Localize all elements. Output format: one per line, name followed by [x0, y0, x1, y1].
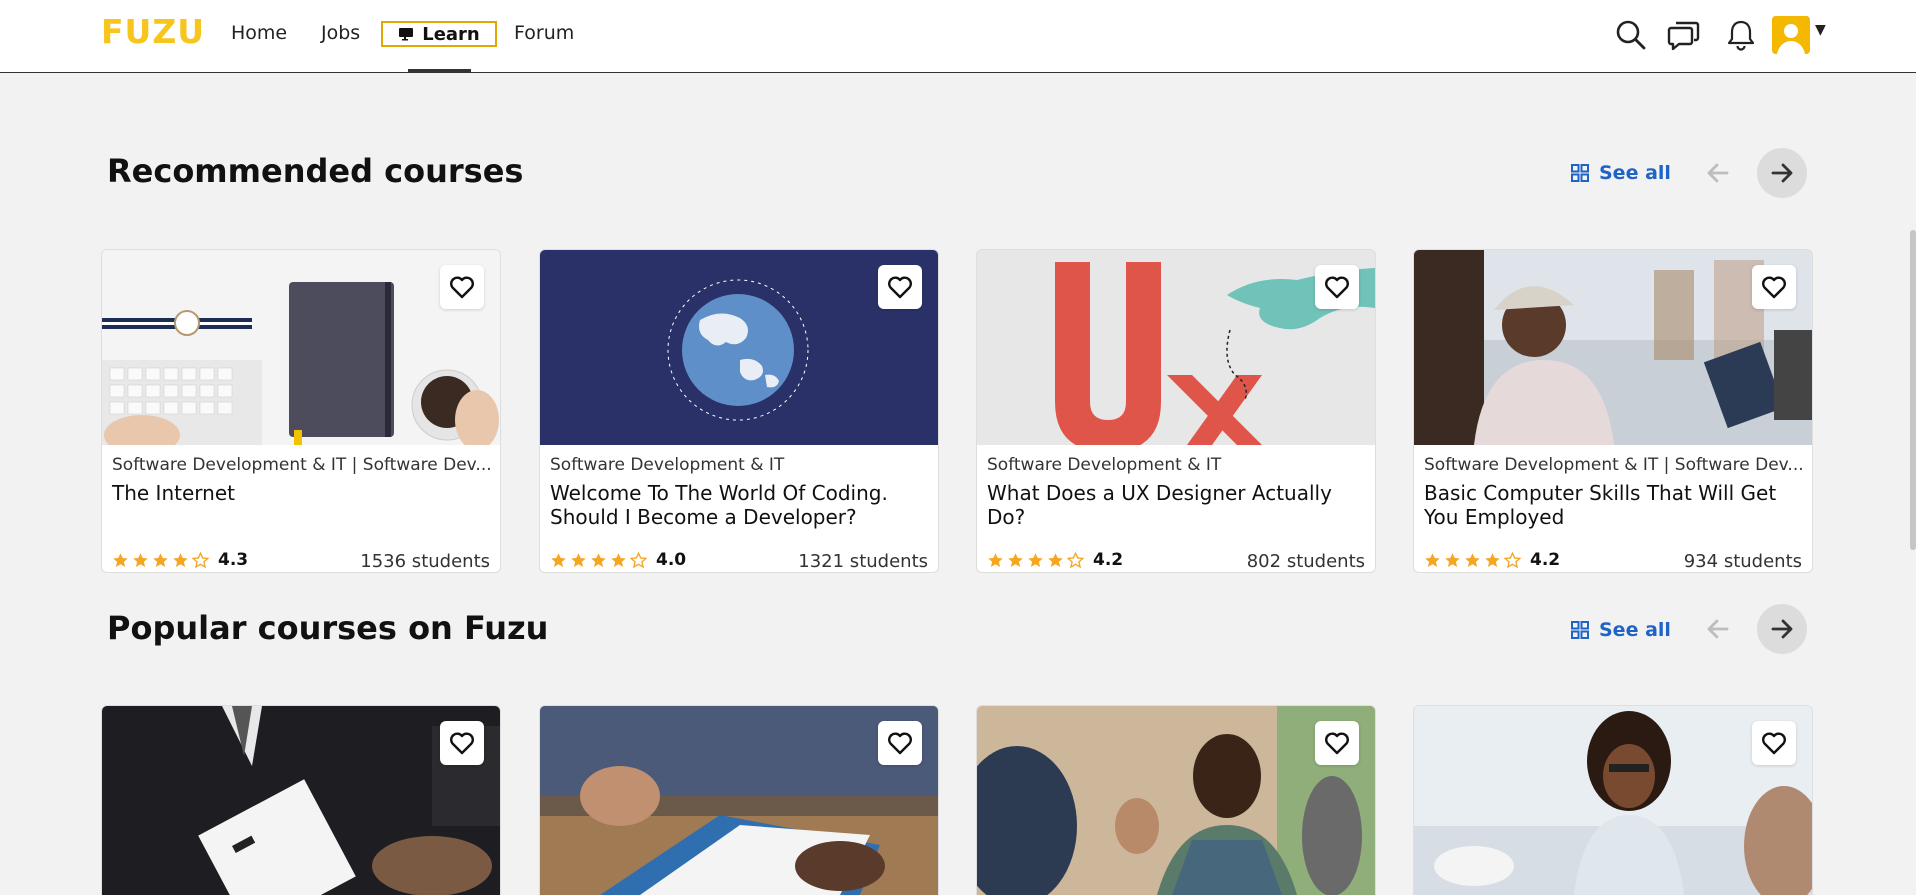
- star-full-icon: [591, 552, 606, 567]
- course-students: 802 students: [1246, 551, 1365, 572]
- star-full-icon: [551, 552, 566, 567]
- favorite-button[interactable]: [1315, 265, 1359, 309]
- star-full-icon: [988, 552, 1003, 567]
- course-title[interactable]: Basic Computer Skills That Will Get You …: [1424, 481, 1804, 529]
- favorite-button[interactable]: [1752, 265, 1796, 309]
- popular-prev-button[interactable]: [1693, 604, 1743, 654]
- star-full-icon: [1008, 552, 1023, 567]
- course-students: 1321 students: [798, 551, 928, 572]
- favorite-button[interactable]: [878, 265, 922, 309]
- course-category: Software Development & IT: [550, 455, 785, 475]
- heart-icon: [888, 276, 912, 299]
- course-card[interactable]: Software Development & IT | Software Dev…: [101, 249, 501, 573]
- star-full-icon: [1048, 552, 1063, 567]
- course-card[interactable]: [539, 705, 939, 895]
- nav-forum[interactable]: Forum: [514, 22, 574, 44]
- heart-icon: [1325, 276, 1349, 299]
- heart-icon: [450, 276, 474, 299]
- rating-value: 4.2: [1093, 550, 1124, 570]
- favorite-button[interactable]: [878, 721, 922, 765]
- star-full-icon: [133, 552, 148, 567]
- top-nav: FUZU Home Jobs Learn Forum ▼: [0, 0, 1916, 73]
- course-students: 934 students: [1683, 551, 1802, 572]
- course-card[interactable]: Software Development & IT | Software Dev…: [1413, 249, 1813, 573]
- star-full-icon: [1028, 552, 1043, 567]
- course-rating: 4.2: [1424, 550, 1560, 570]
- heart-icon: [1762, 276, 1786, 299]
- star-full-icon: [1465, 552, 1480, 567]
- active-tab-indicator: [408, 69, 471, 73]
- star-empty-icon: [1504, 551, 1521, 568]
- recommended-section-title: Recommended courses: [107, 152, 524, 190]
- star-empty-icon: [192, 551, 209, 568]
- nav-learn[interactable]: Learn: [381, 21, 497, 47]
- presentation-icon: [399, 28, 414, 41]
- course-category: Software Development & IT | Software Dev…: [1424, 455, 1804, 475]
- recommended-see-all-button[interactable]: See all: [1571, 162, 1671, 184]
- course-title[interactable]: The Internet: [112, 481, 492, 505]
- fuzu-logo[interactable]: FUZU: [101, 12, 205, 51]
- course-rating: 4.0: [550, 550, 686, 570]
- heart-icon: [888, 732, 912, 755]
- favorite-button[interactable]: [440, 721, 484, 765]
- recommended-next-button[interactable]: [1757, 148, 1807, 198]
- rating-value: 4.2: [1530, 550, 1561, 570]
- arrow-right-icon: [1771, 619, 1793, 639]
- page-scrollbar[interactable]: [1910, 230, 1916, 550]
- course-card[interactable]: Software Development & IT Welcome To The…: [539, 249, 939, 573]
- nav-learn-label: Learn: [422, 23, 480, 45]
- favorite-button[interactable]: [1752, 721, 1796, 765]
- star-full-icon: [153, 552, 168, 567]
- favorite-button[interactable]: [440, 265, 484, 309]
- rating-value: 4.0: [656, 550, 687, 570]
- grid-icon: [1571, 621, 1589, 639]
- course-rating: 4.3: [112, 550, 248, 570]
- star-empty-icon: [1067, 551, 1084, 568]
- popular-next-button[interactable]: [1757, 604, 1807, 654]
- star-full-icon: [1445, 552, 1460, 567]
- star-full-icon: [611, 552, 626, 567]
- course-rating: 4.2: [987, 550, 1123, 570]
- chevron-down-icon[interactable]: ▼: [1815, 22, 1826, 38]
- course-card[interactable]: [976, 705, 1376, 895]
- course-title[interactable]: What Does a UX Designer Actually Do?: [987, 481, 1367, 529]
- heart-icon: [1762, 732, 1786, 755]
- course-category: Software Development & IT | Software Dev…: [112, 455, 492, 475]
- arrow-left-icon: [1707, 163, 1729, 183]
- arrow-left-icon: [1707, 619, 1729, 639]
- arrow-right-icon: [1771, 163, 1793, 183]
- nav-home[interactable]: Home: [231, 22, 287, 44]
- chat-icon[interactable]: [1667, 18, 1701, 52]
- grid-icon: [1571, 164, 1589, 182]
- heart-icon: [450, 732, 474, 755]
- nav-jobs[interactable]: Jobs: [321, 22, 360, 44]
- course-card[interactable]: [1413, 705, 1813, 895]
- see-all-label: See all: [1599, 619, 1671, 641]
- star-full-icon: [1425, 552, 1440, 567]
- bell-icon[interactable]: [1724, 18, 1758, 52]
- star-empty-icon: [630, 551, 647, 568]
- popular-section-title: Popular courses on Fuzu: [107, 609, 549, 647]
- course-card[interactable]: Software Development & IT What Does a UX…: [976, 249, 1376, 573]
- star-full-icon: [571, 552, 586, 567]
- course-category: Software Development & IT: [987, 455, 1222, 475]
- recommended-prev-button[interactable]: [1693, 148, 1743, 198]
- star-full-icon: [113, 552, 128, 567]
- search-icon[interactable]: [1614, 18, 1648, 52]
- course-students: 1536 students: [360, 551, 490, 572]
- see-all-label: See all: [1599, 162, 1671, 184]
- course-title[interactable]: Welcome To The World Of Coding. Should I…: [550, 481, 930, 529]
- avatar[interactable]: [1772, 16, 1810, 54]
- course-card[interactable]: [101, 705, 501, 895]
- star-full-icon: [1485, 552, 1500, 567]
- star-full-icon: [173, 552, 188, 567]
- heart-icon: [1325, 732, 1349, 755]
- favorite-button[interactable]: [1315, 721, 1359, 765]
- popular-see-all-button[interactable]: See all: [1571, 619, 1671, 641]
- rating-value: 4.3: [218, 550, 249, 570]
